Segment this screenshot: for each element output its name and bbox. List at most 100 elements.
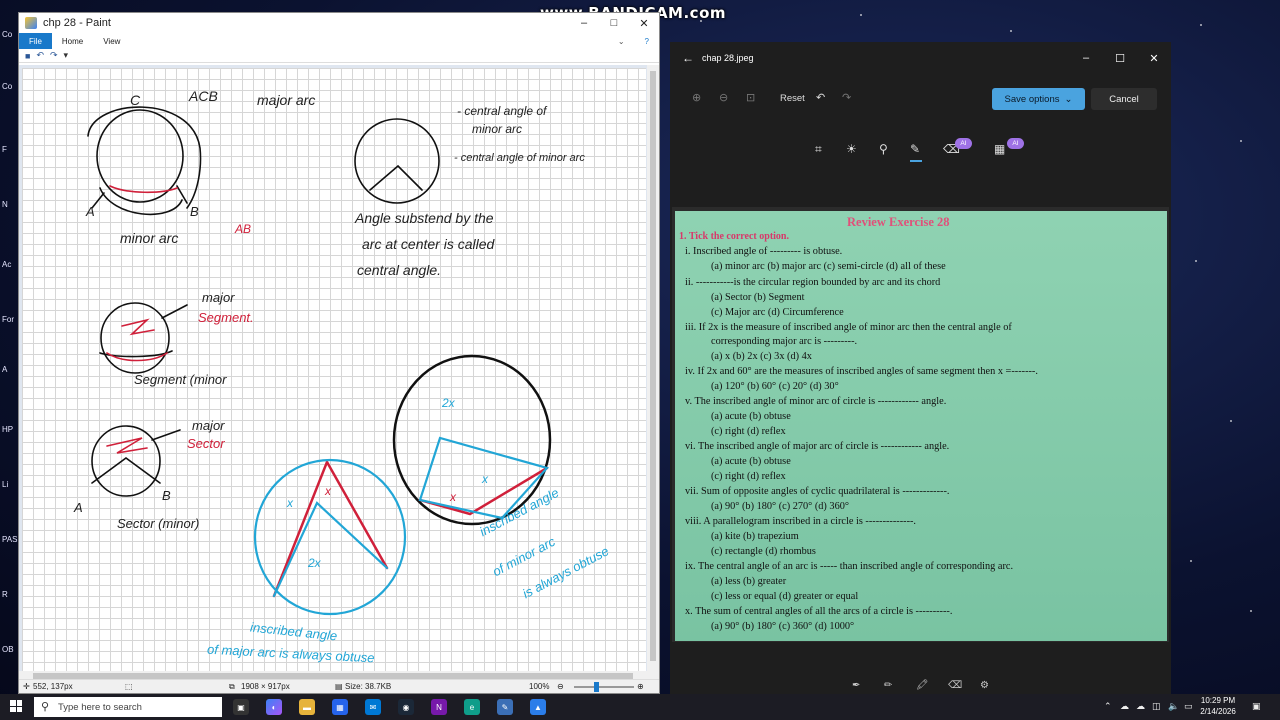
tab-home[interactable]: Home (52, 33, 93, 49)
edge-icon[interactable]: e (464, 699, 480, 715)
drawing-sector-scribble (106, 437, 148, 454)
label-c: C (130, 92, 141, 108)
eraser-icon[interactable]: ⌫ (948, 680, 962, 691)
minimize-icon[interactable]: – (1069, 42, 1103, 74)
vertical-scrollbar[interactable] (647, 65, 659, 683)
weather-icon[interactable]: ☁ (1120, 701, 1129, 712)
undo-icon[interactable]: ↶ (816, 91, 825, 104)
volume-icon[interactable]: 🔈 (1168, 701, 1179, 712)
photos-window-controls: – ☐ ✕ (1069, 42, 1171, 74)
tab-view[interactable]: View (93, 33, 130, 49)
question-2: ii. -----------is the circular region bo… (685, 277, 941, 288)
chevron-down-icon: ⌄ (1064, 93, 1073, 105)
adjust-icon[interactable]: ☀ (846, 142, 857, 156)
close-icon[interactable]: ✕ (629, 13, 659, 33)
label-a-sector: A (74, 500, 83, 515)
minimize-icon[interactable]: – (569, 13, 599, 33)
cursor-position-icon: ✛ (23, 682, 30, 691)
search-placeholder: Type here to search (58, 701, 142, 713)
windows-start-icon[interactable] (10, 700, 22, 712)
filter-icon[interactable]: ⚲ (879, 142, 888, 156)
drawing-central-angle (369, 164, 423, 191)
photos-taskbar-icon[interactable]: ▲ (530, 699, 546, 715)
image-dimensions: 1908 × 917px (241, 682, 290, 691)
question-7: vii. Sum of opposite angles of cyclic qu… (685, 486, 950, 497)
ai-badge: AI (955, 138, 972, 149)
close-icon[interactable]: ✕ (1137, 42, 1171, 74)
paint-taskbar-icon[interactable]: ✎ (497, 699, 513, 715)
save-options-label: Save options (1004, 93, 1060, 105)
question-1-options: (a) minor arc (b) major arc (c) semi-cir… (711, 261, 946, 272)
store-icon[interactable]: ▦ (332, 699, 348, 715)
redo-icon[interactable]: ↷ (842, 91, 851, 104)
label-central-minor-arc: minor arc (472, 122, 523, 136)
file-size-icon: ▤ (335, 682, 343, 691)
exercise-instruction: 1. Tick the correct option. (679, 231, 789, 242)
copilot-icon[interactable]: ◐ (266, 699, 282, 715)
drawing-circle-2 (354, 118, 440, 204)
ballpoint-pen-icon[interactable]: ✒ (852, 680, 860, 691)
question-5-options-c: (c) right (d) reflex (711, 426, 786, 437)
paint-ribbon-tabs: File Home View ⌄ ? (19, 33, 659, 49)
zoom-slider-thumb[interactable] (594, 682, 599, 692)
zoom-slider[interactable] (574, 686, 634, 688)
notifications-icon[interactable]: ▣ (1252, 701, 1261, 712)
clock-time: 10:29 PM (1200, 696, 1236, 705)
file-explorer-icon[interactable]: ▬ (299, 699, 315, 715)
help-icon[interactable]: ? (635, 33, 659, 49)
onenote-icon[interactable]: N (431, 699, 447, 715)
label-minor-arc: minor arc (120, 230, 179, 246)
label-a: A (86, 204, 95, 219)
ribbon-collapse-icon[interactable]: ⌄ (608, 33, 635, 49)
desktop-icons: Co Co F N Ac For A HP Li PAS R OB (2, 30, 18, 654)
question-9-options-c: (c) less or equal (d) greater or equal (711, 591, 859, 602)
tray-overflow-icon[interactable]: ⌃ (1104, 701, 1112, 712)
textbook-page-photo: Review Exercise 28 1. Tick the correct o… (675, 211, 1167, 641)
reset-button[interactable]: Reset (780, 93, 805, 104)
crop-icon[interactable]: ⌗ (815, 142, 822, 157)
taskbar-search-box[interactable]: ⚲ Type here to search (34, 697, 222, 717)
battery-icon[interactable]: ▭ (1184, 701, 1193, 712)
label-central-angle: - central angle of (457, 104, 547, 118)
markup-icon[interactable]: ✎ (910, 142, 920, 156)
mail-icon[interactable]: ✉ (365, 699, 381, 715)
pencil-icon[interactable]: ✏ (884, 680, 892, 691)
save-icon[interactable]: ■ (25, 51, 30, 61)
background-icon[interactable]: ▦ (994, 142, 1005, 156)
zoom-out-icon[interactable]: ⊖ (557, 682, 564, 691)
maximize-icon[interactable]: □ (599, 13, 629, 33)
undo-icon[interactable]: ↶ (36, 50, 44, 61)
zoom-level: 100% (529, 682, 550, 691)
network-icon[interactable]: ◫ (1152, 701, 1161, 712)
redo-icon[interactable]: ↷ (50, 50, 58, 61)
tab-file[interactable]: File (19, 33, 52, 49)
question-2-options-a: (a) Sector (b) Segment (711, 292, 805, 303)
taskbar-clock[interactable]: 10:29 PM 2/14/2026 (1196, 695, 1240, 717)
task-view-icon[interactable]: ▣ (233, 699, 249, 715)
cancel-button[interactable]: Cancel (1091, 88, 1157, 110)
taskbar: ⚲ Type here to search ▣ ◐ ▬ ▦ ✉ ◉ N e ✎ … (0, 694, 1280, 720)
label-segment: Segment. (198, 310, 254, 325)
label-major-segment: major (202, 290, 235, 305)
maximize-icon[interactable]: ☐ (1103, 42, 1137, 74)
drawing-circle-1 (96, 109, 184, 203)
onedrive-icon[interactable]: ☁ (1136, 701, 1145, 712)
zoom-in-icon[interactable]: ⊕ (637, 682, 644, 691)
fit-to-window-icon[interactable]: ⊡ (746, 91, 755, 104)
label-b-sector: B (162, 488, 171, 503)
photos-file-name: chap 28.jpeg (702, 53, 754, 63)
paint-canvas[interactable]: C ACB major arc A B minor arc AB - centr… (22, 68, 646, 680)
paint-canvas-area: C ACB major arc A B minor arc AB - centr… (19, 65, 649, 683)
back-arrow-icon[interactable]: ← (682, 51, 702, 65)
save-options-button[interactable]: Save options ⌄ (992, 88, 1085, 110)
customize-qat-icon[interactable]: ▾ (64, 50, 69, 61)
highlighter-icon[interactable]: 🖍 (916, 680, 929, 691)
question-6-options-c: (c) right (d) reflex (711, 471, 786, 482)
zoom-out-icon[interactable]: ⊖ (719, 91, 728, 104)
zoom-in-icon[interactable]: ⊕ (692, 91, 701, 104)
active-tool-indicator (910, 160, 922, 162)
steam-icon[interactable]: ◉ (398, 699, 414, 715)
pen-settings-icon[interactable]: ⚙ (980, 680, 989, 691)
label-central-angle-2: - central angle of minor arc (454, 152, 585, 164)
question-8: viii. A parallelogram inscribed in a cir… (685, 516, 917, 527)
